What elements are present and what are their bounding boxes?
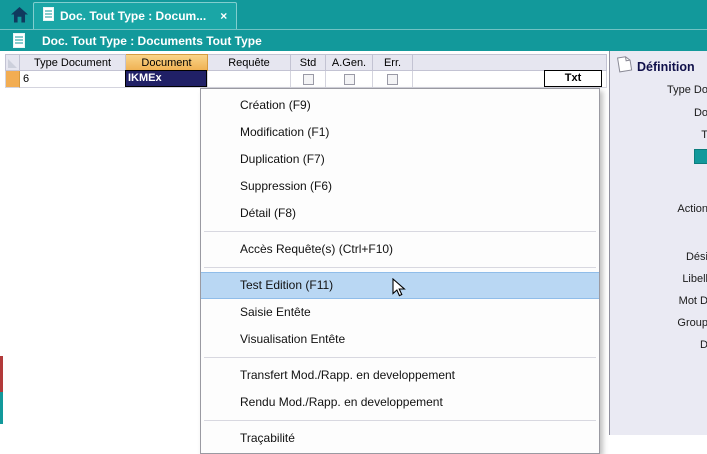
menu-separator bbox=[201, 353, 599, 362]
menu-item-test-edition[interactable]: Test Edition (F11) bbox=[201, 272, 599, 299]
cell-document[interactable]: IKMEx bbox=[126, 71, 208, 88]
panel-field-label-mot-directeur: Mot D bbox=[679, 295, 707, 307]
window-subtitle: Doc. Tout Type : Documents Tout Type bbox=[42, 34, 262, 48]
tab-title: Doc. Tout Type : Docum... bbox=[60, 9, 206, 23]
panel-field-label-d: D bbox=[700, 339, 707, 351]
tab-close-icon[interactable]: × bbox=[220, 10, 227, 22]
menu-item-acces-requetes[interactable]: Accès Requête(s) (Ctrl+F10) bbox=[201, 236, 599, 263]
panel-field-label-action: Action bbox=[677, 203, 707, 215]
panel-header: Définition bbox=[618, 56, 695, 77]
cell-err[interactable] bbox=[373, 71, 413, 88]
checkbox-agen[interactable] bbox=[344, 74, 355, 85]
cell-document-editor[interactable]: IKMEx bbox=[125, 70, 207, 87]
grid-corner-selector[interactable] bbox=[6, 54, 20, 71]
teal-button[interactable] bbox=[694, 149, 707, 164]
panel-field-label-type-document: Type Do bbox=[667, 84, 707, 96]
table-row: 6 IKMEx Txt bbox=[5, 71, 607, 88]
column-header-document[interactable]: Document bbox=[126, 54, 208, 71]
menu-item-partial[interactable]: Traçabilité bbox=[201, 425, 599, 452]
window-subtitle-bar: Doc. Tout Type : Documents Tout Type bbox=[0, 29, 707, 51]
menu-item-creation[interactable]: Création (F9) bbox=[201, 92, 599, 119]
row-selector[interactable] bbox=[6, 71, 20, 88]
menu-item-saisie-entete[interactable]: Saisie Entête bbox=[201, 299, 599, 326]
document-icon bbox=[13, 33, 25, 53]
context-menu: Création (F9) Modification (F1) Duplicat… bbox=[200, 88, 600, 454]
menu-item-suppression[interactable]: Suppression (F6) bbox=[201, 173, 599, 200]
document-tab[interactable]: Doc. Tout Type : Docum... × bbox=[33, 2, 237, 29]
menu-separator bbox=[201, 227, 599, 236]
cell-type-document[interactable]: 6 bbox=[20, 71, 126, 88]
app-window: { "colors": { "teal": "#12999b", "tab_te… bbox=[0, 0, 707, 435]
panel-field-label-designation: Dési bbox=[686, 251, 707, 263]
document-icon bbox=[43, 7, 54, 26]
menu-item-duplication[interactable]: Duplication (F7) bbox=[201, 146, 599, 173]
panel-field-label-groupe: Group bbox=[677, 317, 707, 329]
menu-item-transfert-mod[interactable]: Transfert Mod./Rapp. en developpement bbox=[201, 362, 599, 389]
cell-agen[interactable] bbox=[326, 71, 373, 88]
menu-item-rendu-mod[interactable]: Rendu Mod./Rapp. en developpement bbox=[201, 389, 599, 416]
home-icon[interactable] bbox=[9, 5, 29, 25]
definition-panel: Définition Type Do Do T Action Dési Libe… bbox=[609, 51, 707, 435]
column-header-type-document[interactable]: Type Document bbox=[20, 54, 126, 71]
cell-requete[interactable] bbox=[208, 71, 291, 88]
edge-marker-teal bbox=[0, 392, 3, 424]
column-header-requete[interactable]: Requête bbox=[208, 54, 291, 71]
menu-separator bbox=[201, 416, 599, 425]
cell-std[interactable] bbox=[291, 71, 326, 88]
menu-item-visualisation-entete[interactable]: Visualisation Entête bbox=[201, 326, 599, 353]
column-header-empty[interactable] bbox=[413, 54, 607, 71]
column-header-agen[interactable]: A.Gen. bbox=[326, 54, 373, 71]
panel-title: Définition bbox=[637, 60, 695, 74]
column-header-std[interactable]: Std bbox=[291, 54, 326, 71]
column-header-err[interactable]: Err. bbox=[373, 54, 413, 71]
edge-marker-red bbox=[0, 356, 3, 392]
panel-field-label-libelle: Libell bbox=[682, 273, 707, 285]
tab-bar: Doc. Tout Type : Docum... × bbox=[0, 0, 707, 29]
menu-separator bbox=[201, 263, 599, 272]
grid-header: Type Document Document Requête Std A.Gen… bbox=[5, 54, 607, 71]
checkbox-std[interactable] bbox=[303, 74, 314, 85]
cell-trailing-fragment[interactable]: Txt bbox=[544, 70, 602, 87]
panel-field-label-document: Do bbox=[694, 107, 707, 119]
cell-extra[interactable]: Txt bbox=[413, 71, 607, 88]
checkbox-err[interactable] bbox=[387, 74, 398, 85]
page-icon bbox=[616, 55, 633, 78]
panel-field-label-t: T bbox=[701, 129, 707, 141]
menu-item-modification[interactable]: Modification (F1) bbox=[201, 119, 599, 146]
menu-item-detail[interactable]: Détail (F8) bbox=[201, 200, 599, 227]
